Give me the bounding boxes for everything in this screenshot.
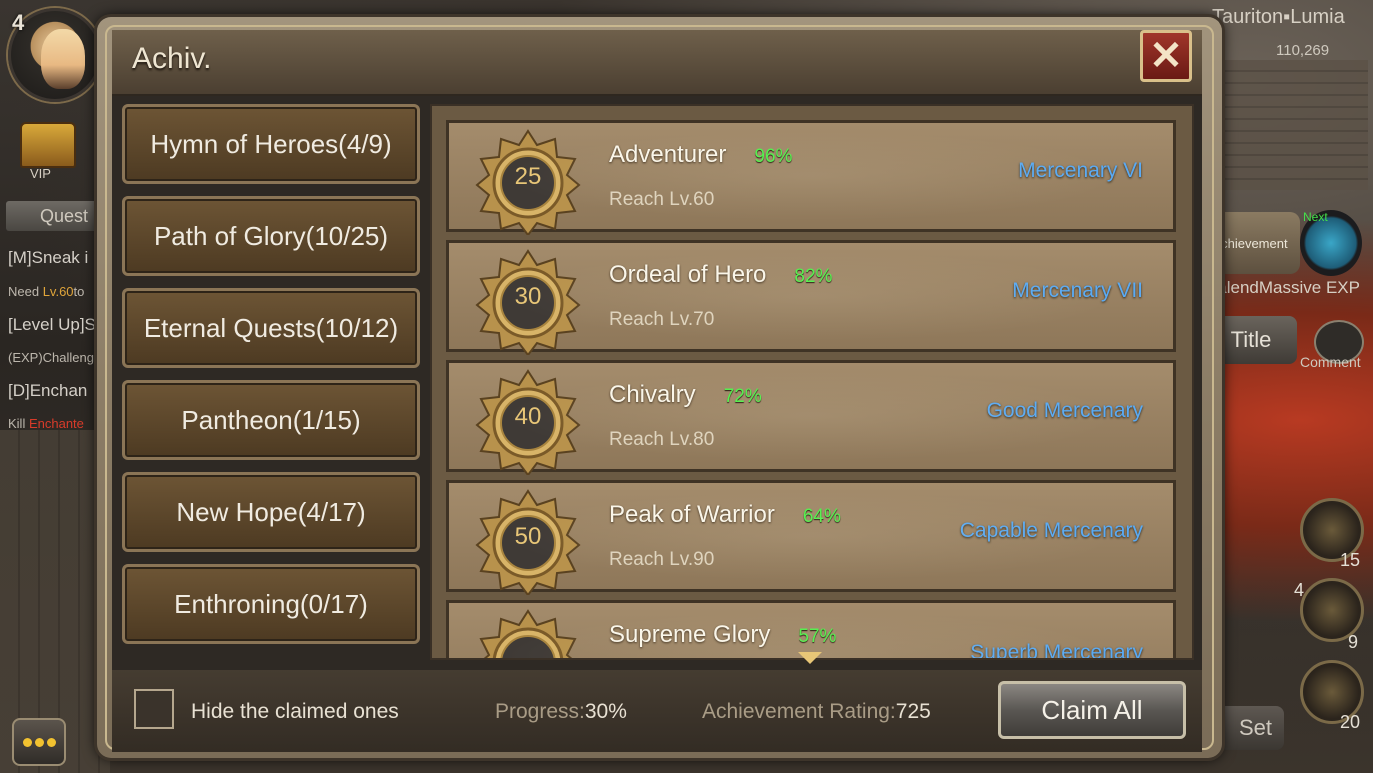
skill-count: 4: [1294, 580, 1305, 600]
achievement-row[interactable]: Supreme Glory 57% Superb Mercenary: [446, 600, 1176, 660]
achievement-percent: 96%: [754, 146, 793, 167]
medal-level: 25: [514, 163, 542, 190]
achievement-requirement: Reach Lv.70: [609, 309, 715, 330]
achievement-percent: 72%: [723, 386, 762, 407]
skill-count: 9: [1348, 632, 1359, 652]
achievement-name: Ordeal of Hero 82%: [609, 261, 833, 288]
achievement-requirement: Reach Lv.90: [609, 549, 715, 570]
achievement-percent: 57%: [798, 626, 837, 647]
comment-label: Comment: [1300, 354, 1361, 370]
achievement-percent: 64%: [802, 506, 841, 527]
hide-claimed-label: Hide the claimed ones: [191, 700, 399, 723]
category-pantheon[interactable]: Pantheon(1/15): [122, 380, 420, 460]
achievement-name: Supreme Glory 57%: [609, 621, 837, 648]
achievement-reward-title: Good Mercenary: [986, 399, 1143, 422]
category-enthroning[interactable]: Enthroning(0/17): [122, 564, 420, 644]
progress-label: Progress:: [495, 700, 585, 723]
medal-icon: [475, 489, 581, 595]
rating-label: Achievement Rating:: [702, 700, 896, 723]
achievement-reward-title: Mercenary VI: [1018, 159, 1143, 182]
quest-line-detail: (EXP)Challeng: [8, 350, 94, 365]
minimap[interactable]: [1208, 60, 1368, 190]
quest-line[interactable]: [D]Enchan: [8, 381, 108, 401]
next-label: Next: [1303, 210, 1328, 224]
medal-icon: [475, 129, 581, 235]
medal-level: 50: [514, 523, 542, 550]
achievement-requirement: Reach Lv.80: [609, 429, 715, 450]
map-coordinates: 110,269: [1276, 42, 1330, 59]
rating-readout: Achievement Rating:725: [702, 700, 931, 724]
medal-level: [493, 636, 563, 658]
skill-count: 15: [1340, 550, 1361, 570]
medal-level: 30: [514, 283, 542, 310]
progress-value: 30%: [584, 700, 627, 723]
category-hymn-of-heroes[interactable]: Hymn of Heroes(4/9): [122, 104, 420, 184]
progress-readout: Progress:30%: [495, 700, 627, 724]
category-new-hope[interactable]: New Hope(4/17): [122, 472, 420, 552]
category-eternal-quests[interactable]: Eternal Quests(10/12): [122, 288, 420, 368]
achievement-row[interactable]: 25 Adventurer 96% Reach Lv.60 Mercenary V…: [446, 120, 1176, 235]
close-button[interactable]: ✕: [1140, 30, 1192, 82]
medal-icon: [475, 249, 581, 355]
achievement-reward-title: Superb Mercenary: [970, 641, 1143, 660]
rating-value: 725: [895, 700, 931, 723]
vip-label: VIP: [30, 166, 51, 181]
calendar-exp-label: CalendMassive EXP: [1205, 278, 1360, 297]
quest-line-detail: Kill Enchante: [8, 416, 84, 431]
achievement-name: Peak of Warrior 64%: [609, 501, 841, 528]
achievement-name: Adventurer 96%: [609, 141, 793, 168]
quest-line-detail: Need Lv.60to: [8, 284, 85, 299]
hide-claimed-checkbox[interactable]: [134, 689, 174, 729]
medal-icon: [479, 609, 577, 658]
claim-all-button[interactable]: Claim All: [998, 681, 1186, 739]
achievement-reward-title: Capable Mercenary: [959, 519, 1143, 542]
achievement-name: Chivalry 72%: [609, 381, 762, 408]
quest-line[interactable]: [Level Up]S: [8, 315, 108, 335]
achievement-row[interactable]: 40 Chivalry 72% Reach Lv.80 Good Mercenar…: [446, 360, 1176, 475]
scroll-down-arrow-icon[interactable]: [798, 652, 822, 664]
medal-level: 40: [514, 403, 542, 430]
achievement-list[interactable]: 25 Adventurer 96% Reach Lv.60 Mercenary V…: [430, 104, 1194, 660]
player-level: 4: [12, 10, 25, 35]
server-name: Tauriton▪Lumia: [1212, 6, 1345, 28]
achievement-requirement: Reach Lv.60: [609, 189, 715, 210]
close-icon: ✕: [1149, 34, 1183, 78]
achievement-row[interactable]: 50 Peak of Warrior 64% Reach Lv.90 Capabl…: [446, 480, 1176, 595]
vip-chest-icon[interactable]: [20, 122, 76, 168]
category-path-of-glory[interactable]: Path of Glory(10/25): [122, 196, 420, 276]
quest-line[interactable]: [M]Sneak i: [8, 248, 108, 268]
skill-count: 20: [1340, 712, 1361, 732]
achievement-row[interactable]: 30 Ordeal of Hero 82% Reach Lv.70 Mercena…: [446, 240, 1176, 355]
chat-more-button[interactable]: [12, 718, 66, 766]
achievement-percent: 82%: [794, 266, 833, 287]
dialog-header: [112, 30, 1202, 96]
dialog-title: Achiv.: [132, 42, 212, 75]
medal-icon: [475, 369, 581, 475]
avatar-portrait: [41, 29, 85, 89]
achievement-reward-title: Mercenary VII: [1012, 279, 1143, 302]
